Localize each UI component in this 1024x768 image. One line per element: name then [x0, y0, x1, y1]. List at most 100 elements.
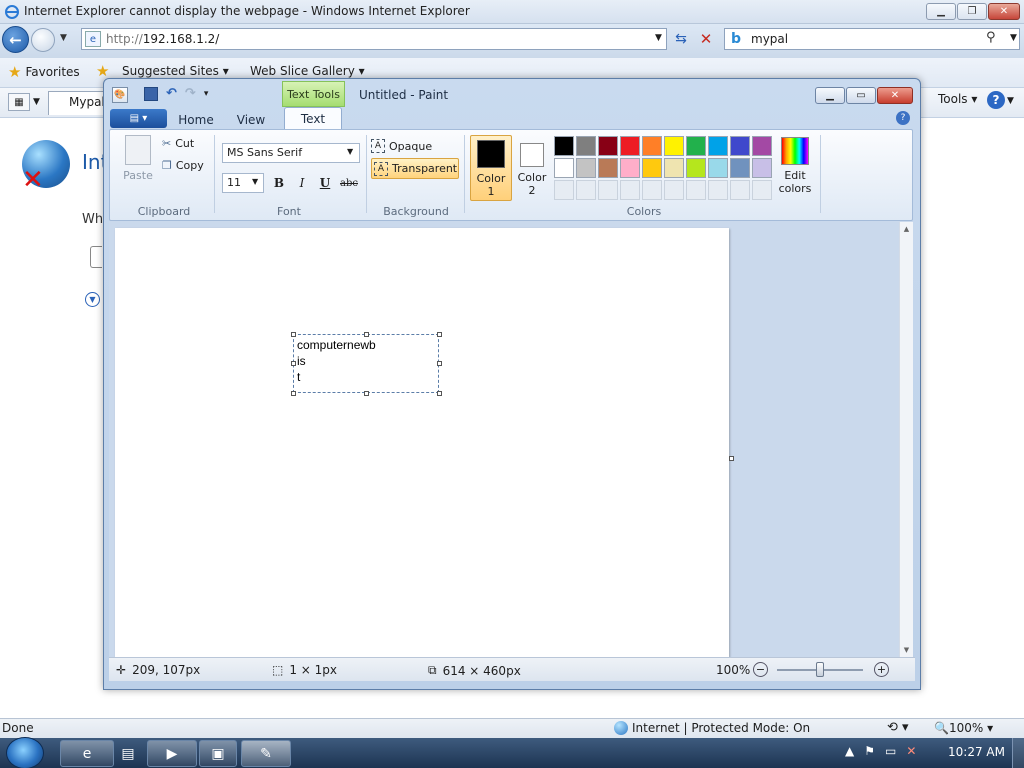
tab-view[interactable]: View: [226, 109, 276, 130]
address-dropdown-icon[interactable]: ▼: [655, 33, 662, 43]
resize-handle[interactable]: [291, 332, 296, 337]
palette-swatch[interactable]: [620, 158, 640, 178]
action-center-flag-icon[interactable]: ⚑: [864, 744, 875, 758]
palette-swatch[interactable]: [730, 158, 750, 178]
tab-home[interactable]: Home: [170, 109, 222, 130]
resize-handle[interactable]: [291, 391, 296, 396]
palette-swatch[interactable]: [620, 136, 640, 156]
resize-handle[interactable]: [364, 391, 369, 396]
palette-swatch-empty[interactable]: [598, 180, 618, 200]
quick-tabs-icon[interactable]: ▦: [8, 93, 30, 111]
zoom-level-button[interactable]: 🔍100% ▾: [934, 721, 993, 735]
taskbar-explorer-icon[interactable]: ▤: [116, 740, 140, 767]
search-input[interactable]: mypal: [724, 28, 1020, 50]
tools-menu-button[interactable]: Tools ▾: [938, 92, 977, 106]
palette-swatch[interactable]: [664, 136, 684, 156]
paste-button[interactable]: Paste: [121, 135, 155, 187]
show-hidden-icons-icon[interactable]: ▲: [845, 744, 854, 758]
palette-swatch[interactable]: [664, 158, 684, 178]
palette-swatch-empty[interactable]: [554, 180, 574, 200]
palette-swatch-empty[interactable]: [708, 180, 728, 200]
palette-swatch-empty[interactable]: [752, 180, 772, 200]
resize-handle[interactable]: [437, 332, 442, 337]
redo-icon[interactable]: ↷: [185, 86, 196, 101]
palette-swatch[interactable]: [598, 136, 618, 156]
font-family-dropdown-icon[interactable]: ▼: [347, 147, 353, 156]
transparent-button[interactable]: A Transparent: [371, 158, 459, 179]
palette-swatch-empty[interactable]: [642, 180, 662, 200]
suggested-sites-link[interactable]: Suggested Sites ▾: [122, 64, 229, 78]
palette-swatch[interactable]: [708, 158, 728, 178]
bold-button[interactable]: B: [269, 173, 289, 193]
font-family-select[interactable]: MS Sans Serif: [222, 143, 360, 163]
tab-list-dropdown-icon[interactable]: ▼: [33, 97, 40, 107]
underline-button[interactable]: U: [315, 173, 335, 193]
palette-swatch-empty[interactable]: [664, 180, 684, 200]
favorites-button[interactable]: ★ Favorites: [8, 63, 80, 81]
palette-swatch[interactable]: [708, 136, 728, 156]
copy-button[interactable]: ❐ Copy: [162, 159, 204, 172]
color-1-button[interactable]: Color 1: [470, 135, 512, 201]
palette-swatch-empty[interactable]: [730, 180, 750, 200]
palette-swatch[interactable]: [752, 136, 772, 156]
text-box-content[interactable]: computernewb is t: [297, 337, 376, 385]
save-icon[interactable]: [144, 86, 158, 101]
scroll-down-icon[interactable]: ▼: [904, 646, 909, 654]
color-2-button[interactable]: Color 2: [515, 135, 549, 201]
show-desktop-button[interactable]: [1012, 738, 1024, 768]
recent-pages-dropdown-icon[interactable]: ▼: [60, 33, 67, 43]
palette-swatch-empty[interactable]: [686, 180, 706, 200]
start-button[interactable]: [6, 737, 44, 768]
palette-swatch[interactable]: [554, 136, 574, 156]
refresh-icon[interactable]: ⇆: [670, 28, 692, 50]
ie-minimize-button[interactable]: ▁: [926, 3, 956, 20]
undo-icon[interactable]: ↶: [166, 86, 177, 101]
taskbar-remote-desktop-icon[interactable]: ▣: [199, 740, 237, 767]
zoom-out-icon[interactable]: −: [753, 662, 768, 677]
diagnose-button[interactable]: [90, 246, 102, 268]
paint-menu-button[interactable]: ▤ ▾: [110, 109, 167, 128]
strikethrough-button[interactable]: abc: [338, 173, 360, 193]
taskbar-media-player-icon[interactable]: ▶: [147, 740, 197, 767]
customize-toolbar-icon[interactable]: ▾: [204, 89, 209, 99]
resize-handle[interactable]: [291, 361, 296, 366]
more-information-icon[interactable]: ▼: [85, 292, 100, 307]
scroll-up-icon[interactable]: ▲: [904, 225, 909, 233]
ie-close-button[interactable]: ✕: [988, 3, 1020, 20]
help-icon[interactable]: ?: [987, 91, 1005, 109]
web-slice-gallery-link[interactable]: Web Slice Gallery ▾: [250, 64, 365, 78]
back-button[interactable]: ←: [2, 26, 29, 53]
tab-text[interactable]: Text: [284, 107, 342, 130]
palette-swatch[interactable]: [598, 158, 618, 178]
network-icon[interactable]: ▭: [885, 744, 896, 758]
search-options-dropdown-icon[interactable]: ▼: [1010, 33, 1017, 43]
palette-swatch[interactable]: [730, 136, 750, 156]
opaque-button[interactable]: A Opaque: [371, 137, 457, 155]
vertical-scrollbar[interactable]: ▲ ▼: [899, 222, 913, 657]
canvas-resize-handle[interactable]: [729, 456, 734, 461]
palette-swatch[interactable]: [642, 158, 662, 178]
palette-swatch[interactable]: [642, 136, 662, 156]
search-icon[interactable]: ⚲: [986, 30, 996, 45]
paint-help-icon[interactable]: ?: [896, 111, 910, 125]
palette-swatch[interactable]: [576, 158, 596, 178]
resize-handle[interactable]: [437, 361, 442, 366]
resize-handle[interactable]: [437, 391, 442, 396]
zoom-in-icon[interactable]: +: [874, 662, 889, 677]
taskbar-clock[interactable]: 10:27 AM: [948, 745, 1005, 759]
browser-tab-mypal[interactable]: Mypal: [48, 91, 108, 115]
volume-muted-icon[interactable]: ✕: [906, 744, 916, 758]
help-dropdown-icon[interactable]: ▼: [1007, 96, 1014, 106]
palette-swatch[interactable]: [686, 158, 706, 178]
ie-restore-button[interactable]: ❐: [957, 3, 987, 20]
paint-app-icon[interactable]: 🎨: [112, 87, 128, 103]
palette-swatch[interactable]: [576, 136, 596, 156]
taskbar-ie-icon[interactable]: e: [60, 740, 114, 767]
edit-colors-button[interactable]: Edit colors: [776, 137, 814, 201]
font-size-dropdown-icon[interactable]: ▼: [252, 177, 258, 186]
palette-swatch-empty[interactable]: [576, 180, 596, 200]
paint-maximize-button[interactable]: ▭: [846, 87, 876, 104]
stop-icon[interactable]: ✕: [695, 28, 717, 50]
security-zone[interactable]: Internet | Protected Mode: On: [614, 721, 810, 735]
paint-minimize-button[interactable]: ▁: [815, 87, 845, 104]
